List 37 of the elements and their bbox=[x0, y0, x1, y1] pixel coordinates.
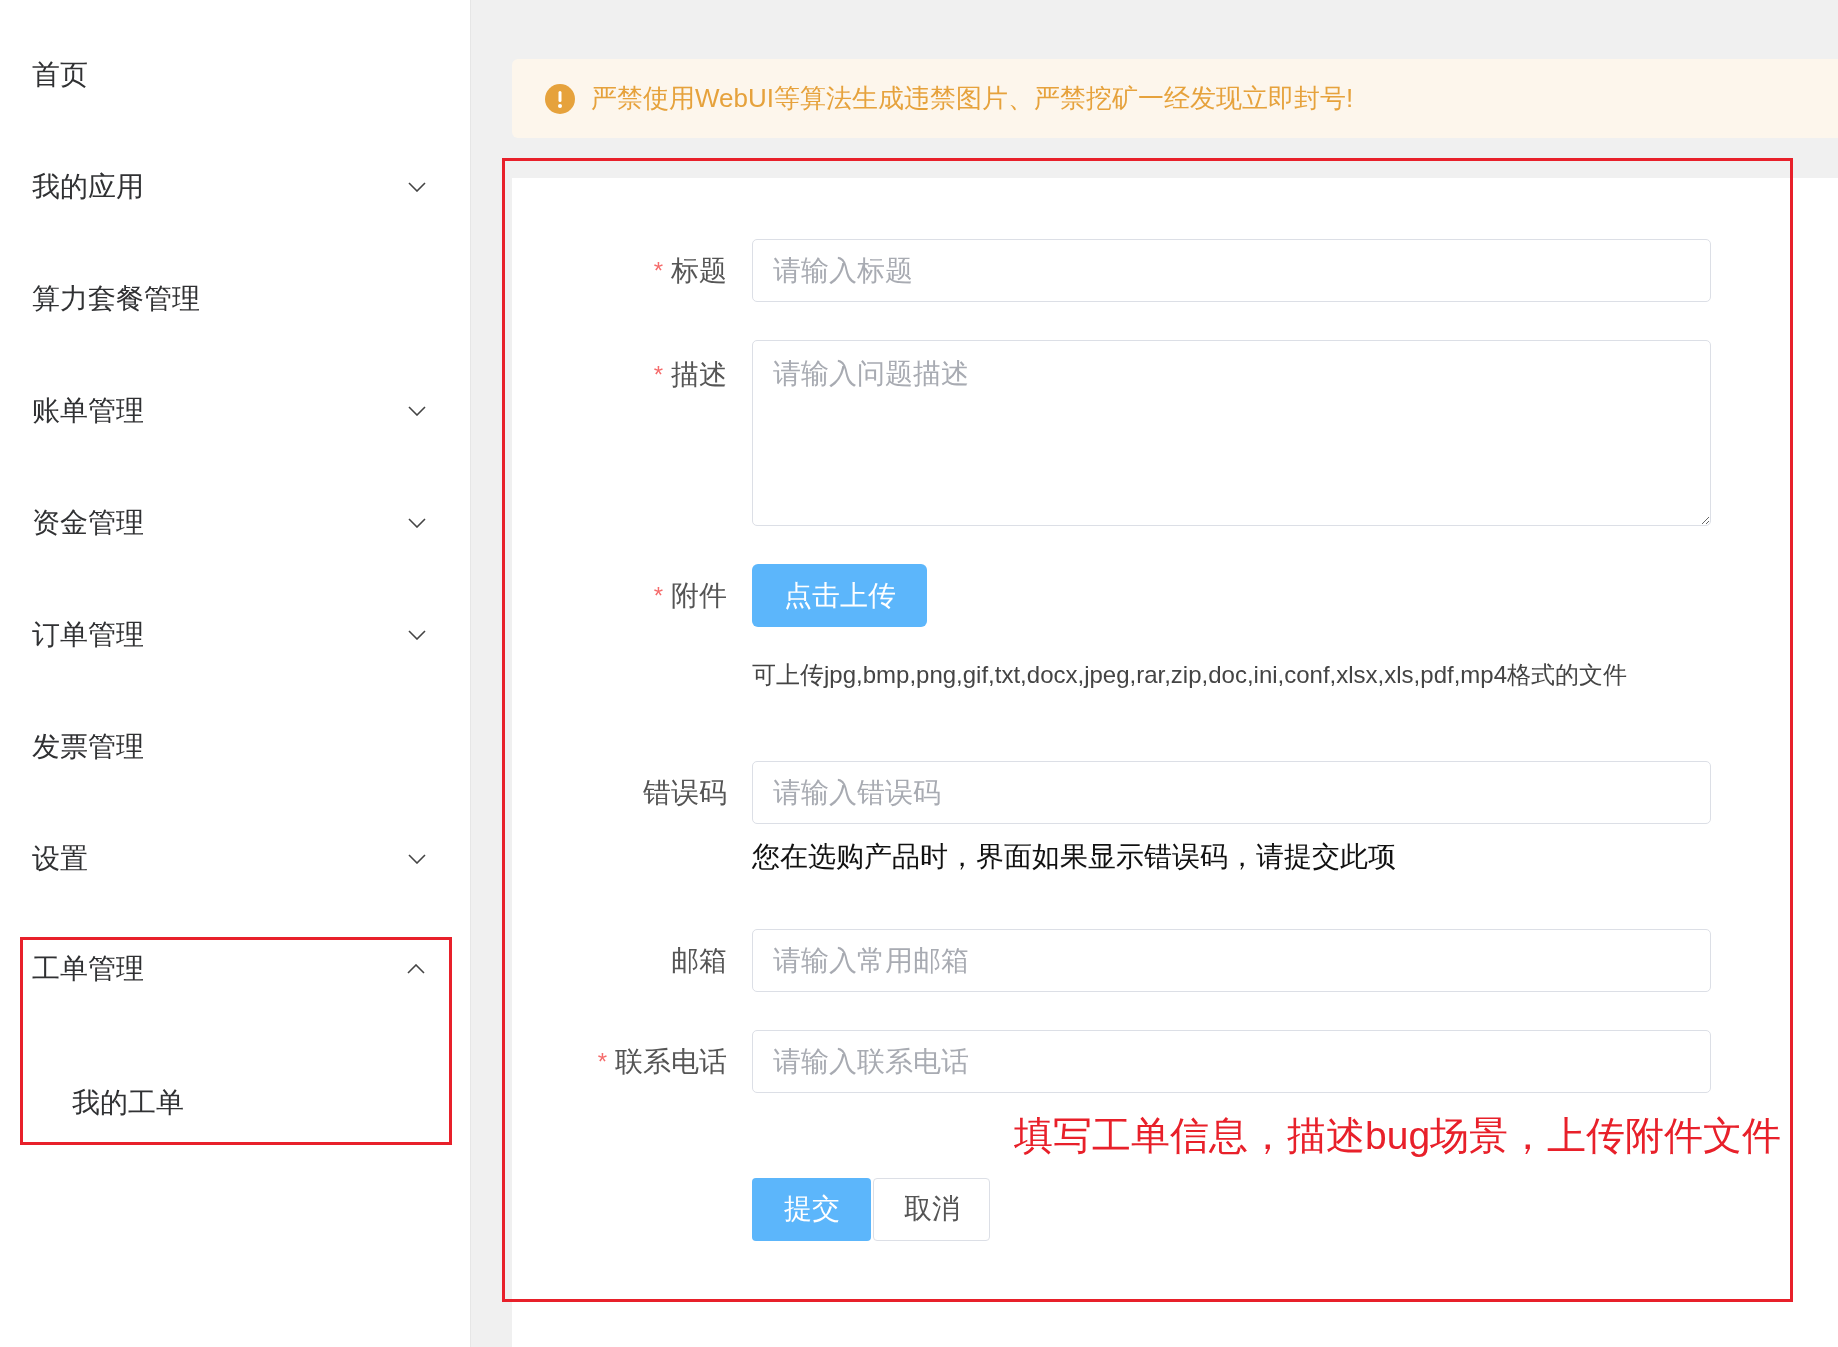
helper-text: 您在选购产品时，界面如果显示错误码，请提交此项 bbox=[752, 840, 1397, 874]
menu-item[interactable]: 首页 bbox=[0, 19, 470, 131]
upload-hint: 可上传jpg,bmp,png,gif,txt,docx,jpeg,rar,zip,doc,ini,conf,xlsx,xls,pdf,mp4格式的文件 bbox=[752, 660, 1628, 690]
field-label: 标题 bbox=[671, 253, 727, 288]
cancel-button[interactable]: 取消 bbox=[873, 1177, 990, 1241]
menu-item[interactable]: 我的应用 bbox=[0, 131, 470, 243]
alert-text: 严禁使用WebUI等算法生成违禁图片、严禁挖矿一经发现立即封号! bbox=[591, 82, 1354, 115]
menu-item[interactable]: 设置 bbox=[0, 803, 470, 915]
menu-item[interactable]: 算力套餐管理 bbox=[0, 243, 470, 355]
menu-item[interactable]: 资金管理 bbox=[0, 467, 470, 579]
menu-item[interactable]: 工单管理 bbox=[23, 940, 449, 998]
menu-item[interactable]: 发票管理 bbox=[0, 691, 470, 803]
required-asterisk: * bbox=[653, 580, 663, 611]
field-label: 联系电话 bbox=[615, 1044, 727, 1079]
text-input[interactable]: 请输入联系电话 bbox=[752, 1030, 1711, 1093]
chevron-down-icon bbox=[408, 630, 426, 640]
menu-item[interactable]: 账单管理 bbox=[0, 355, 470, 467]
chevron-up-icon bbox=[407, 964, 425, 974]
textarea-input[interactable]: 请输入问题描述 bbox=[752, 340, 1711, 526]
annotation-text: 填写工单信息，描述bug场景，上传附件文件 bbox=[1014, 1113, 1783, 1159]
text-input[interactable]: 请输入常用邮箱 bbox=[752, 929, 1711, 992]
field-label: 附件 bbox=[671, 578, 727, 613]
field-label: 错误码 bbox=[643, 775, 727, 810]
chevron-down-icon bbox=[408, 854, 426, 864]
text-input[interactable]: 请输入标题 bbox=[752, 239, 1711, 302]
field-label: 描述 bbox=[671, 358, 727, 392]
required-asterisk: * bbox=[597, 1046, 607, 1077]
text-input[interactable]: 请输入错误码 bbox=[752, 761, 1711, 824]
submenu-item[interactable]: 我的工单 bbox=[23, 1068, 449, 1138]
chevron-down-icon bbox=[408, 182, 426, 192]
field-label: 邮箱 bbox=[671, 943, 727, 978]
required-asterisk: * bbox=[653, 255, 663, 286]
required-asterisk: * bbox=[653, 360, 663, 390]
menu-item[interactable]: 订单管理 bbox=[0, 579, 470, 691]
warning-icon bbox=[545, 83, 575, 114]
chevron-down-icon bbox=[408, 406, 426, 416]
chevron-down-icon bbox=[408, 518, 426, 528]
